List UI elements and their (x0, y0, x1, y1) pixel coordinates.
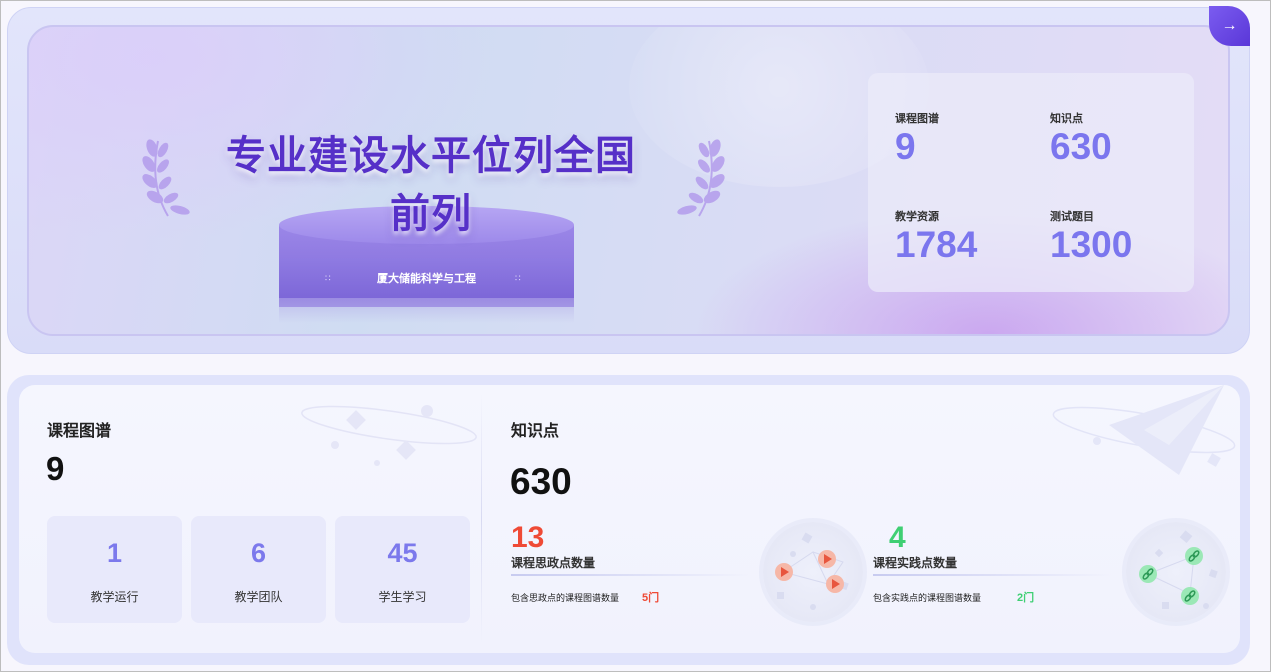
practice-orb (1126, 522, 1226, 622)
stat-course-map: 课程图谱 9 (895, 110, 939, 168)
stat-label: 知识点 (1050, 112, 1083, 125)
ideology-note: 包含思政点的课程图谱数量 (511, 594, 620, 604)
practice-underline (873, 574, 1113, 576)
dots-icon: ∷ (515, 273, 522, 283)
hero-arrow-button[interactable]: → (1209, 6, 1250, 46)
card-label: 学生学习 (378, 590, 427, 604)
practice-title: 课程实践点数量 (873, 556, 958, 570)
card-value: 45 (387, 538, 418, 568)
ideology-orb (763, 522, 863, 622)
hero-headline: 专业建设水平位列全国前列 (226, 133, 636, 237)
stat-teaching-resources: 教学资源 1784 (895, 208, 977, 266)
laurel-right-icon (677, 139, 725, 217)
podium-band: ∷ 厦大储能科学与工程 ∷ (279, 258, 574, 298)
card-value: 1 (106, 538, 123, 568)
stat-label: 教学资源 (895, 210, 939, 223)
hero-stats-card: 课程图谱 9 知识点 630 教学资源 1784 测试题目 1300 (868, 73, 1194, 292)
decor-shapes-icon (301, 405, 477, 466)
course-map-value: 9 (46, 450, 65, 487)
card-value: 6 (250, 538, 267, 568)
arrow-right-icon: → (1221, 17, 1238, 34)
stat-value: 1784 (895, 224, 978, 265)
stat-value: 1300 (1050, 224, 1133, 265)
paper-plane-icon (1052, 385, 1236, 475)
stat-value: 630 (1050, 126, 1112, 167)
card-teaching-operation[interactable]: 1 教学运行 (47, 516, 182, 623)
card-label: 教学运行 (90, 590, 139, 604)
practice-note-value: 2门 (1017, 592, 1035, 604)
play-network-icon (775, 532, 849, 610)
ideology-count: 13 (511, 521, 545, 554)
practice-note: 包含实践点的课程图谱数量 (873, 594, 982, 604)
card-label: 教学团队 (234, 590, 283, 604)
ideology-title: 课程思政点数量 (511, 556, 596, 570)
laurel-left-icon (142, 139, 190, 217)
knowledge-title: 知识点 (511, 421, 560, 440)
ideology-note-value: 5门 (642, 592, 660, 604)
knowledge-value: 630 (510, 461, 572, 502)
card-teaching-team[interactable]: 6 教学团队 (191, 516, 326, 623)
card-student-learning[interactable]: 45 学生学习 (335, 516, 470, 623)
stat-value: 9 (895, 126, 916, 167)
stat-label: 测试题目 (1050, 210, 1094, 223)
podium-label: 厦大储能科学与工程 (377, 272, 476, 285)
practice-count: 4 (889, 521, 906, 554)
dots-icon: ∷ (325, 273, 332, 283)
stat-label: 课程图谱 (895, 112, 939, 125)
ideology-underline (511, 574, 751, 576)
section-divider (481, 394, 482, 644)
course-map-title: 课程图谱 (47, 421, 112, 440)
stat-test-questions: 测试题目 1300 (1050, 208, 1132, 266)
link-network-icon (1139, 530, 1218, 609)
stat-knowledge-points: 知识点 630 (1050, 110, 1112, 168)
